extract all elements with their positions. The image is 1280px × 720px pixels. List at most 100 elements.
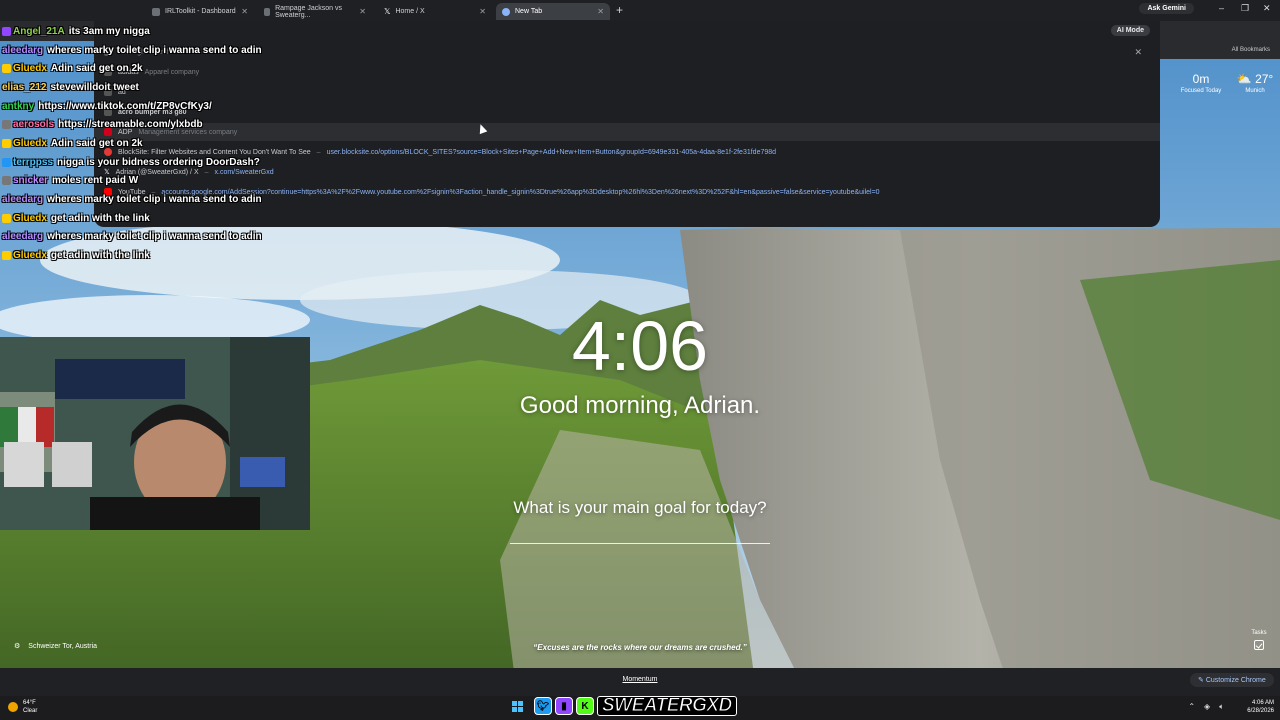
chat-text: wheres marky toilet clip i wanna send to…	[47, 44, 262, 56]
chat-text: Adin said get on 2k	[50, 137, 143, 149]
customize-chrome-button[interactable]: ✎ Customize Chrome	[1190, 673, 1274, 687]
chat-username: antkny	[2, 100, 35, 112]
chat-username: snicker	[13, 175, 49, 187]
chat-username: aleedarg	[2, 194, 44, 206]
chat-username: Gluedx	[13, 63, 47, 75]
taskbar-temp: 64°F	[23, 700, 36, 706]
tasks-label: Tasks	[1251, 630, 1267, 636]
clock: 4:06	[571, 307, 709, 385]
network-icon[interactable]: ◈	[1204, 702, 1210, 712]
chat-badge-icon	[2, 157, 11, 167]
tiktok-favicon-icon	[264, 7, 271, 16]
close-window-button[interactable]: ✕	[1263, 3, 1271, 14]
crown-badge-icon	[2, 251, 11, 261]
close-tab-icon[interactable]: ✕	[597, 7, 604, 16]
taskbar-time: 4:06 AM	[1251, 700, 1274, 706]
twitch-icon: ▮	[555, 697, 573, 715]
taskbar-clock[interactable]: 4:06 AM 6/28/2026	[1247, 699, 1274, 715]
close-tab-icon[interactable]: ✕	[359, 7, 366, 16]
customize-label: Customize Chrome	[1205, 677, 1266, 684]
irltoolkit-favicon-icon	[152, 7, 160, 16]
chat-message: aleedarg wheres marky toilet clip i wanna…	[2, 41, 322, 60]
daily-quote: “Excuses are the rocks where our dreams …	[533, 643, 747, 652]
chat-text: https://streamable.com/ylxbdb	[58, 119, 203, 131]
browser-tab-strip: IRLToolkit - Dashboard ✕ Rampage Jackson…	[0, 0, 1280, 21]
chat-text: get adin with the link	[50, 212, 150, 224]
chat-text: wheres marky toilet clip i wanna send to…	[47, 231, 262, 243]
crown-badge-icon	[2, 64, 11, 74]
suggestion-url: user.blocksite.co/options/BLOCK_SITES?so…	[326, 148, 777, 156]
chat-text: moles rent paid W	[52, 175, 139, 187]
tab-home-x[interactable]: 𝕏 Home / X ✕	[378, 3, 492, 20]
chat-message: aerosols https://streamable.com/ylxbdb	[2, 115, 322, 134]
chat-text: its 3am my nigga	[68, 25, 150, 37]
tab-rampage-jackson[interactable]: Rampage Jackson vs Sweaterg... ✕	[258, 3, 372, 20]
tasks-widget[interactable]: Tasks	[1246, 630, 1272, 650]
photo-info[interactable]: ⚙ Schweizer Tor, Austria	[14, 642, 98, 651]
chat-badge-icon	[2, 176, 11, 186]
pencil-icon: ✎	[1198, 677, 1206, 684]
ask-gemini-button[interactable]: Ask Gemini	[1139, 3, 1194, 14]
weather-temp: 27°	[1255, 72, 1274, 86]
chat-username: elias_212	[2, 81, 47, 93]
crown-badge-icon	[2, 213, 11, 223]
windows-start-icon[interactable]	[512, 701, 524, 713]
chat-text: nigga is your bidness ordering DoorDash?	[57, 156, 260, 168]
partly-cloudy-icon: ⛅	[1236, 72, 1252, 86]
taskbar-date: 6/28/2026	[1247, 708, 1274, 714]
momentum-link[interactable]: Momentum	[600, 676, 680, 683]
ai-mode-button[interactable]: AI Mode	[1110, 25, 1150, 36]
volume-icon[interactable]: 🔈︎	[1219, 702, 1224, 712]
checkbox-icon	[1254, 640, 1264, 650]
chat-username: Gluedx	[13, 212, 47, 224]
chat-username: aerosols	[13, 119, 55, 131]
bookmarks-bar-right: All Bookmarks	[1160, 41, 1280, 59]
tab-label: New Tab	[515, 8, 543, 15]
photo-location: Schweizer Tor, Austria	[28, 642, 98, 650]
chat-badge-icon	[2, 120, 11, 130]
chat-username: Gluedx	[13, 137, 47, 149]
new-tab-button[interactable]: +	[616, 3, 623, 17]
minimize-button[interactable]: –	[1219, 3, 1224, 13]
taskbar-weather-desc: Clear	[23, 708, 38, 714]
chevron-up-icon[interactable]: ⌃	[1188, 702, 1195, 712]
chat-text: Adin said get on 2k	[50, 63, 143, 75]
chat-username: aleedarg	[2, 44, 44, 56]
focus-widget[interactable]: 0m Focused Today	[1178, 72, 1224, 94]
chat-text: https://www.tiktok.com/t/ZP8vCfKy3/	[38, 100, 212, 112]
tab-label: Rampage Jackson vs Sweaterg...	[275, 4, 342, 19]
chat-message: antkny https://www.tiktok.com/t/ZP8vCfKy3…	[2, 97, 322, 116]
chat-message: snicker moles rent paid W	[2, 172, 322, 191]
all-bookmarks-link[interactable]: All Bookmarks	[1232, 47, 1270, 53]
chat-text: get adin with the link	[50, 250, 150, 262]
main-goal-question: What is your main goal for today?	[513, 498, 767, 517]
chat-message: Gluedx get adin with the link	[2, 246, 322, 265]
maximize-button[interactable]: ❐	[1241, 3, 1249, 14]
chat-message: Gluedx Adin said get on 2k	[2, 134, 322, 153]
greeting: Good morning, Adrian.	[519, 392, 761, 419]
tab-irltoolkit[interactable]: IRLToolkit - Dashboard ✕	[146, 3, 254, 20]
chat-text: wheres marky toilet clip i wanna send to…	[47, 194, 262, 206]
chat-message: Gluedx get adin with the link	[2, 209, 322, 228]
chat-badge-icon	[2, 26, 11, 36]
chat-username: aleedarg	[2, 231, 44, 243]
taskbar-weather[interactable]: 64°F Clear	[8, 699, 37, 715]
tab-label: IRLToolkit - Dashboard	[165, 8, 236, 15]
tab-label: Home / X	[395, 8, 425, 15]
stream-chat: Angel_21A its 3am my nigga aleedarg wheres…	[2, 22, 322, 265]
chat-text: stevewilldoit tweet	[50, 81, 139, 93]
weather-location: Munich	[1245, 88, 1265, 94]
close-tab-icon[interactable]: ✕	[241, 7, 248, 16]
tab-new-tab[interactable]: New Tab ✕	[496, 3, 610, 20]
chat-message: aleedarg wheres marky toilet clip i wanna…	[2, 228, 322, 247]
chat-message: terrppss nigga is your bidness ordering D…	[2, 153, 322, 172]
screen: IRLToolkit - Dashboard ✕ Rampage Jackson…	[0, 0, 1280, 720]
x-favicon-icon: 𝕏	[384, 7, 391, 16]
weather-widget[interactable]: ⛅ 27° Munich	[1232, 72, 1278, 94]
chat-username: terrppss	[13, 156, 54, 168]
focus-value: 0m	[1192, 72, 1210, 86]
close-tab-icon[interactable]: ✕	[479, 7, 486, 16]
main-goal-input[interactable]	[510, 543, 770, 544]
webcam-image	[0, 337, 310, 530]
settings-sliders-icon[interactable]: ⚙	[14, 642, 20, 650]
